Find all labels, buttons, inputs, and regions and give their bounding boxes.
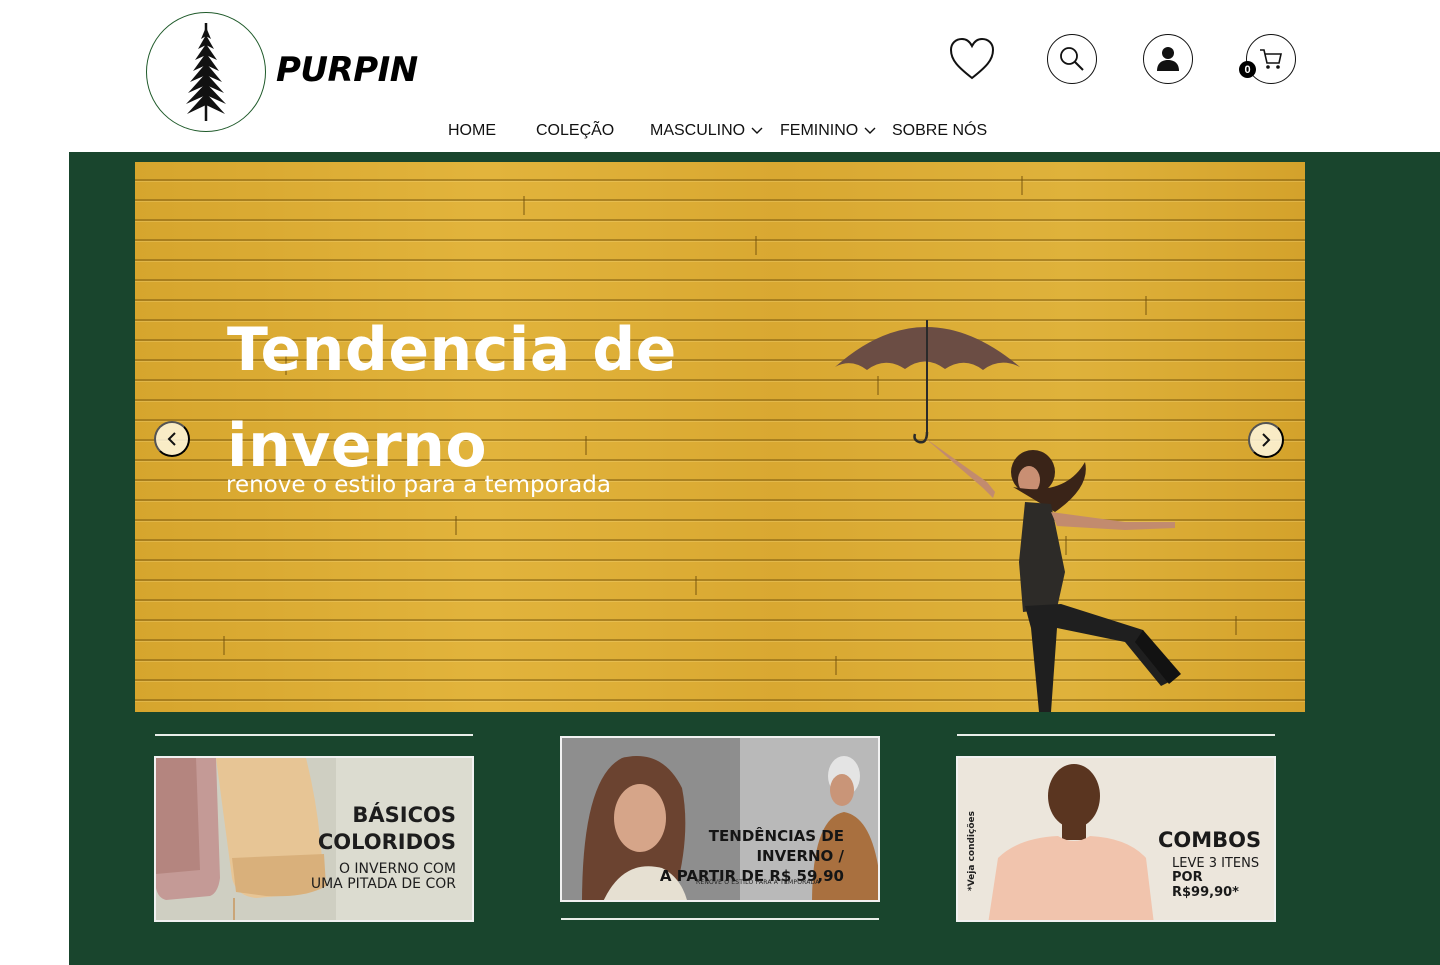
- woman-with-umbrella-illustration: [835, 320, 1181, 712]
- card-subtitle: LEVE 3 ITENS: [1172, 856, 1260, 871]
- pine-tree-logo: [186, 23, 226, 121]
- divider: [561, 918, 879, 920]
- conditions-note: *Veja condições: [967, 810, 978, 892]
- nav-home-label: HOME: [448, 122, 496, 139]
- hero-subtitle: renove o estilo para a temporada: [226, 472, 611, 498]
- card-title-line: COLORIDOS: [317, 830, 456, 854]
- card-small-text: RENOVE O ESTILO PARA A TEMPORADA: [696, 879, 820, 886]
- card-title: COMBOS: [1158, 828, 1262, 852]
- card-subtitle-line: UMA PITADA DE COR: [310, 876, 456, 892]
- nav-colecao-label: COLEÇÃO: [536, 122, 615, 139]
- chevron-down-icon: [864, 127, 876, 134]
- pants-product-image: [156, 758, 336, 920]
- card-subtitle-line: O INVERNO COM: [338, 861, 456, 877]
- promo-card-combos[interactable]: COMBOS LEVE 3 ITENS POR R$99,90* *Veja c…: [956, 756, 1276, 922]
- divider: [155, 734, 473, 736]
- plank-seam: [223, 636, 225, 655]
- card-title: TENDÊNCIAS DE INVERNO / A PARTIR DE R$ 5…: [644, 826, 844, 886]
- promo-card-basicos[interactable]: BÁSICOS COLORIDOS O INVERNO COM UMA PITA…: [154, 756, 474, 922]
- nav-sobre-nos-label: SOBRE NÓS: [892, 122, 988, 139]
- carousel-prev-button[interactable]: [154, 421, 190, 457]
- man-tshirt-image: [988, 764, 1154, 920]
- plank-seam: [695, 576, 697, 595]
- card-title-line: BÁSICOS: [352, 803, 456, 827]
- card-title: BÁSICOS COLORIDOS: [318, 802, 456, 856]
- chevron-right-icon: [1262, 433, 1271, 447]
- wishlist-button[interactable]: [947, 34, 997, 84]
- chevron-down-icon: [751, 127, 763, 134]
- nav-colecao[interactable]: COLEÇÃO: [536, 122, 614, 140]
- promo-card-tendencias[interactable]: TENDÊNCIAS DE INVERNO / A PARTIR DE R$ 5…: [560, 736, 880, 902]
- search-button[interactable]: [1047, 34, 1097, 84]
- account-button[interactable]: [1143, 34, 1193, 84]
- user-icon: [1157, 47, 1179, 71]
- plank-seam: [455, 516, 457, 535]
- cart-button[interactable]: [1246, 34, 1296, 84]
- nav-masculino[interactable]: MASCULINO: [650, 122, 763, 140]
- heart-icon: [949, 37, 995, 80]
- plank-seam: [1021, 176, 1023, 195]
- cart-icon: [1260, 49, 1282, 69]
- card-subtitle: O INVERNO COM UMA PITADA DE COR: [286, 862, 456, 892]
- plank-seam: [523, 196, 525, 215]
- nav-feminino[interactable]: FEMININO: [780, 122, 876, 140]
- nav-home[interactable]: HOME: [448, 122, 496, 140]
- card-title-line: TENDÊNCIAS DE INVERNO /: [708, 827, 844, 865]
- search-icon: [1060, 47, 1084, 71]
- cart-count-badge: 0: [1239, 61, 1256, 78]
- nav-sobre-nos[interactable]: SOBRE NÓS: [892, 122, 987, 140]
- hero-title-line2: inverno: [227, 411, 488, 481]
- hero-title-line1: Tendencia de: [227, 315, 677, 385]
- card-price: POR R$99,90*: [1172, 870, 1239, 900]
- carousel-next-button[interactable]: [1248, 422, 1284, 458]
- plank-seam: [755, 236, 757, 255]
- hero-title: Tendencia de inverno: [227, 302, 787, 494]
- nav-feminino-label: FEMININO: [780, 122, 859, 139]
- brand-name[interactable]: PURPIN: [276, 50, 418, 90]
- nav-masculino-label: MASCULINO: [650, 122, 746, 139]
- logo[interactable]: [146, 12, 266, 132]
- divider: [957, 734, 1275, 736]
- chevron-left-icon: [167, 432, 176, 446]
